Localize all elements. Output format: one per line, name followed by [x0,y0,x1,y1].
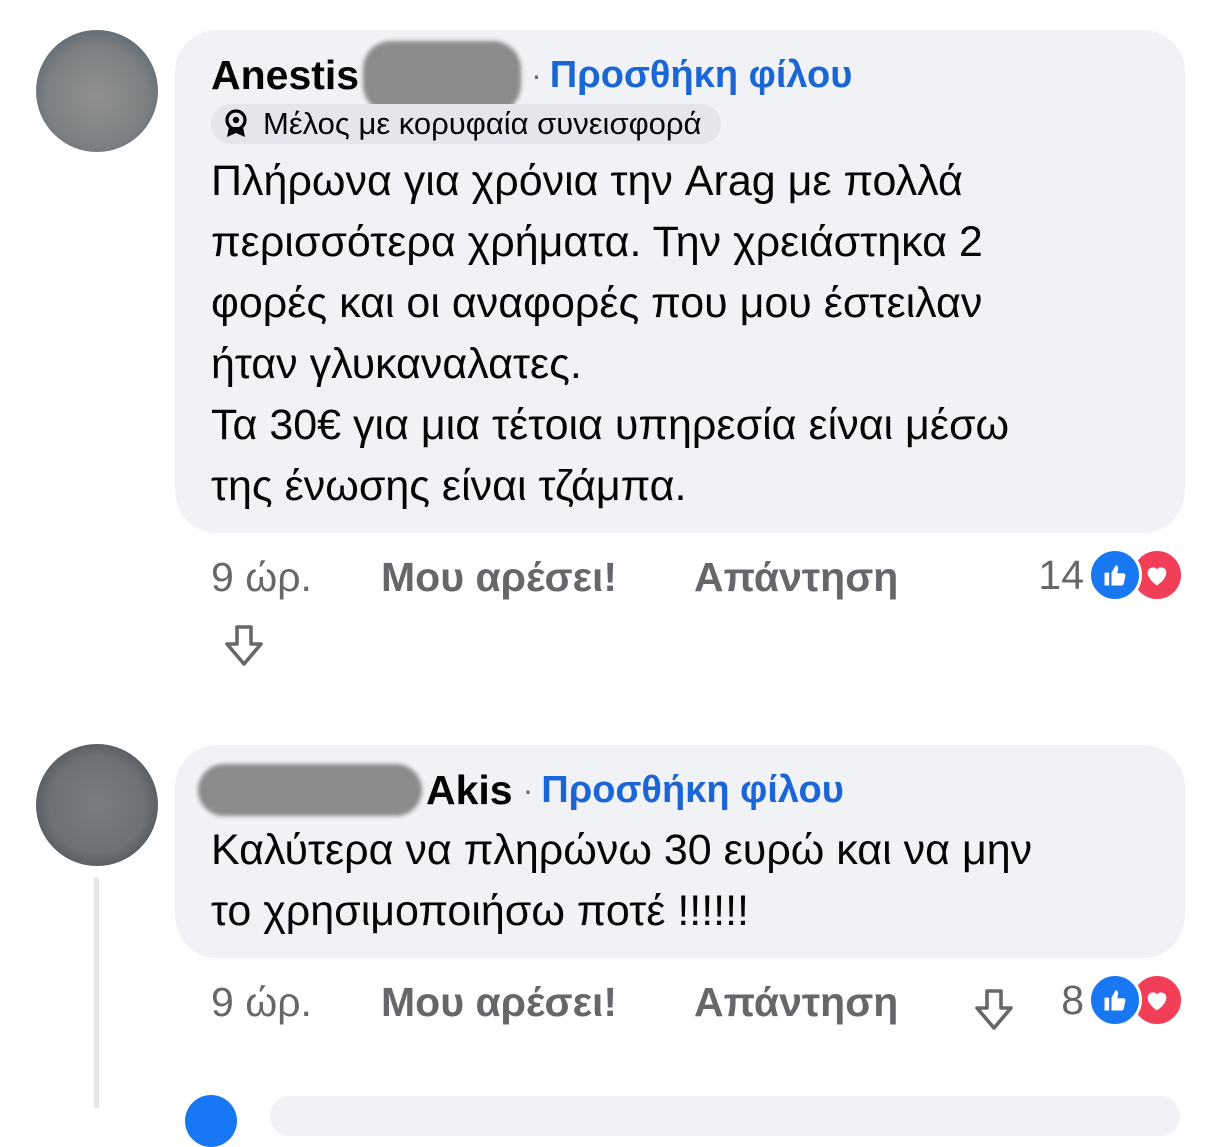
comment-2-text: Καλύτερα να πληρώνω 30 ευρώ και να μην τ… [211,826,1033,935]
redacted-first-name [198,764,422,816]
top-contributor-award-icon [221,109,251,139]
comment-2-add-friend-link[interactable]: Προσθήκη φίλου [541,769,844,812]
thread-connector-line [94,878,99,1108]
comment-1-timestamp[interactable]: 9 ώρ. [211,554,381,601]
like-reaction-icon [1088,548,1142,602]
comment-3-bubble [270,1096,1180,1136]
comment-2-like-button[interactable]: Μου αρέσει! [381,979,694,1026]
comment-1-header: Anestis · Προσθήκη φίλου [211,41,853,113]
redacted-surname [363,41,522,113]
comment-1-actions: 9 ώρ. Μου αρέσει! Απάντηση [211,549,898,605]
like-reaction-icon [1088,973,1142,1027]
comment-1-like-button[interactable]: Μου αρέσει! [381,554,694,601]
comment-1-downvote-icon[interactable] [218,620,270,672]
comment-2-reaction-count: 8 [1061,976,1084,1023]
comment-2-header: Akis · Προσθήκη φίλου [198,762,844,818]
comment-1-reply-button[interactable]: Απάντηση [694,554,898,601]
comment-1-reactions[interactable]: 14 [1038,547,1184,603]
comment-1-reaction-count: 14 [1038,551,1084,598]
comment-3-avatar[interactable] [185,1095,237,1147]
comment-2-avatar[interactable] [36,744,158,866]
separator-dot: · [522,771,534,808]
comment-2-timestamp[interactable]: 9 ώρ. [211,979,381,1026]
comment-2-actions: 9 ώρ. Μου αρέσει! Απάντηση [211,974,898,1030]
comment-1-avatar[interactable] [36,30,158,152]
comment-2-reactions[interactable]: 8 [1061,972,1184,1028]
comment-1-text: Πλήρωνα για χρόνια την Arag με πολλά περ… [211,157,1010,510]
comment-2-downvote-icon[interactable] [968,984,1020,1036]
comment-1-add-friend-link[interactable]: Προσθήκη φίλου [550,54,853,97]
separator-dot: · [531,56,542,93]
comment-1-author-name[interactable]: Anestis [211,52,359,99]
comment-2-author-name[interactable]: Akis [426,767,513,814]
top-contributor-badge[interactable]: Μέλος με κορυφαία συνεισφορά [211,104,722,144]
comment-2-reply-button[interactable]: Απάντηση [694,979,898,1026]
badge-label: Μέλος με κορυφαία συνεισφορά [263,106,702,141]
